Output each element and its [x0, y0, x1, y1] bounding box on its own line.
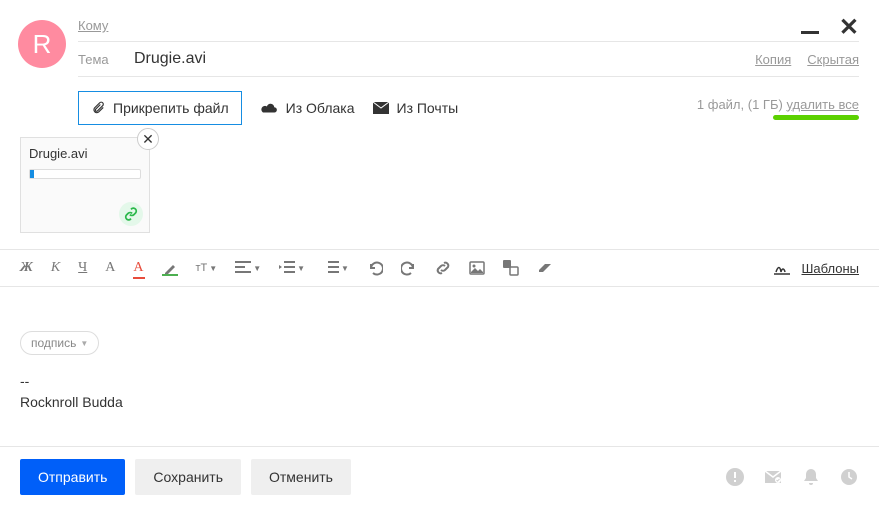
signature-icon-button[interactable] — [774, 260, 790, 276]
align-button[interactable]: ▼ — [235, 260, 261, 276]
important-icon[interactable] — [725, 467, 745, 487]
message-body[interactable]: подпись ▼ -- Rocknroll Budda — [0, 287, 879, 433]
send-button[interactable]: Отправить — [20, 459, 125, 495]
cancel-button[interactable]: Отменить — [251, 459, 351, 495]
read-receipt-icon[interactable] — [763, 467, 783, 487]
font-color-button[interactable]: А — [105, 260, 115, 276]
clear-format-button[interactable] — [537, 260, 553, 276]
indent-button[interactable]: ▼ — [279, 260, 305, 276]
attachment-link-badge[interactable] — [119, 202, 143, 226]
remove-attachment-button[interactable]: ✕ — [137, 128, 159, 150]
highlight-button[interactable]: А — [133, 260, 143, 276]
bold-button[interactable]: Ж — [20, 260, 33, 276]
signature-name: Rocknroll Budda — [20, 392, 859, 413]
minimize-button[interactable] — [801, 31, 819, 34]
templates-link[interactable]: Шаблоны — [802, 261, 860, 276]
close-button[interactable]: ✕ — [839, 16, 859, 40]
undo-button[interactable] — [367, 260, 383, 276]
italic-button[interactable]: К — [51, 260, 60, 276]
delete-all-link[interactable]: удалить все — [786, 97, 859, 112]
attach-from-cloud[interactable]: Из Облака — [260, 100, 355, 116]
redo-button[interactable] — [401, 260, 417, 276]
attachment-progress — [29, 169, 141, 179]
signature-divider: -- — [20, 371, 859, 392]
translate-button[interactable] — [503, 260, 519, 276]
link-button[interactable] — [435, 260, 451, 276]
attachment-count: 1 файл, (1 ГБ) — [697, 97, 787, 112]
paperclip-icon — [91, 101, 105, 115]
mail-icon — [373, 102, 389, 114]
attachment-card: ✕ Drugie.avi — [20, 137, 150, 233]
attachment-name: Drugie.avi — [29, 146, 141, 161]
image-button[interactable] — [469, 260, 485, 276]
list-button[interactable]: ▼ — [323, 260, 349, 276]
avatar: R — [18, 20, 66, 68]
schedule-icon[interactable] — [839, 467, 859, 487]
upload-progress-summary — [773, 115, 859, 120]
cloud-icon — [260, 102, 278, 114]
notify-icon[interactable] — [801, 467, 821, 487]
attachment-summary: 1 файл, (1 ГБ) удалить все — [697, 97, 859, 120]
avatar-letter: R — [33, 29, 52, 60]
attach-file-label: Прикрепить файл — [113, 100, 229, 116]
chevron-down-icon: ▼ — [80, 339, 88, 348]
cc-link[interactable]: Копия — [755, 52, 791, 67]
subject-input[interactable]: Drugie.avi — [134, 50, 755, 68]
bg-color-button[interactable] — [162, 260, 178, 276]
editor-toolbar: Ж К Ч А А тТ▼ ▼ ▼ ▼ Шаблоны — [0, 249, 879, 287]
font-size-button[interactable]: тТ▼ — [196, 262, 218, 274]
attach-from-mail-label: Из Почты — [397, 100, 459, 116]
link-icon — [124, 207, 138, 221]
subject-label: Тема — [78, 52, 126, 67]
bcc-link[interactable]: Скрытая — [807, 52, 859, 67]
signature-dropdown[interactable]: подпись ▼ — [20, 331, 99, 355]
attach-from-mail[interactable]: Из Почты — [373, 100, 459, 116]
underline-button[interactable]: Ч — [78, 260, 87, 276]
attach-from-cloud-label: Из Облака — [286, 100, 355, 116]
signature-dropdown-label: подпись — [31, 336, 76, 350]
save-button[interactable]: Сохранить — [135, 459, 241, 495]
attach-file-button[interactable]: Прикрепить файл — [78, 91, 242, 125]
to-label[interactable]: Кому — [78, 18, 126, 33]
